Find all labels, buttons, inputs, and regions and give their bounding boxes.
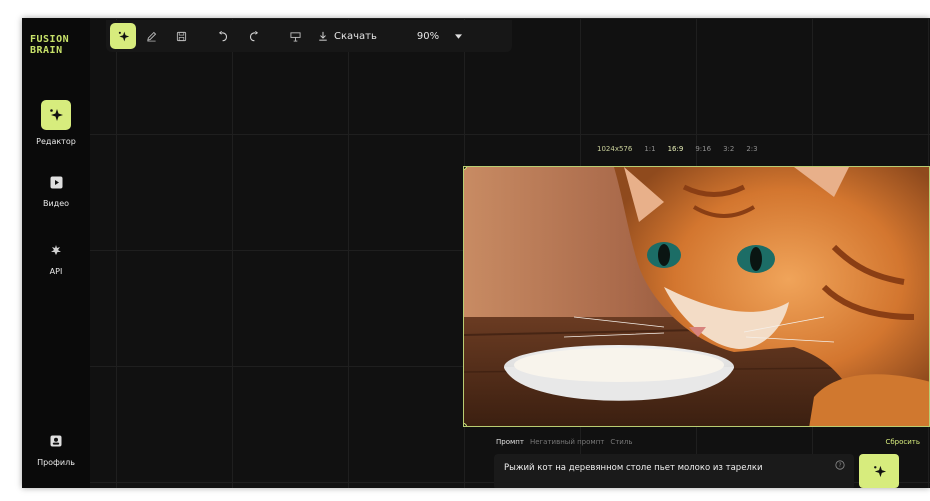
sidebar-item-label: API	[49, 267, 63, 276]
tab-style[interactable]: Стиль	[610, 438, 632, 446]
redo-icon	[249, 30, 258, 41]
aspect-option-1-1[interactable]: 1:1	[643, 144, 656, 154]
download-icon	[319, 31, 327, 41]
sidebar-item-video[interactable]: Видео	[22, 172, 90, 208]
reset-button[interactable]: Сбросить	[885, 438, 920, 446]
logo-line-1: FUSION	[30, 34, 70, 45]
resize-icon	[289, 31, 301, 42]
download-label: Скачать	[334, 30, 377, 42]
editor-toolbar: Скачать 90%	[106, 20, 512, 52]
svg-text:?: ?	[838, 463, 841, 469]
sidebar-item-label: Редактор	[36, 137, 76, 146]
aspect-option-3-2[interactable]: 3:2	[722, 144, 735, 154]
tab-prompt[interactable]: Промпт	[496, 438, 524, 446]
prompt-tabs: Промпт Негативный промпт Стиль	[496, 438, 916, 446]
sidebar-item-editor[interactable]: Редактор	[22, 100, 90, 146]
save-icon	[176, 31, 186, 41]
generated-image-frame[interactable]	[463, 166, 930, 427]
edit-tool-button[interactable]	[136, 23, 166, 49]
download-button[interactable]: Скачать	[318, 31, 377, 42]
redo-button[interactable]	[238, 23, 268, 49]
pencil-icon	[146, 31, 156, 41]
generate-button[interactable]	[859, 454, 899, 488]
api-icon	[46, 240, 66, 260]
profile-icon	[46, 431, 66, 451]
aspect-option-9-16[interactable]: 9:16	[694, 144, 712, 154]
help-icon[interactable]: ?	[835, 460, 845, 470]
generate-tool-button[interactable]	[110, 23, 136, 49]
generated-cat-image	[464, 167, 929, 426]
zoom-select[interactable]: 90%	[416, 30, 463, 42]
resolution-label: 1024x576	[597, 145, 633, 153]
save-tool-button[interactable]	[166, 23, 196, 49]
video-icon	[46, 172, 66, 192]
prompt-text: Рыжий кот на деревянном столе пьет молок…	[504, 463, 763, 473]
caret-down-icon	[455, 33, 463, 39]
undo-icon	[218, 30, 227, 41]
sidebar-item-profile[interactable]: Профиль	[22, 431, 90, 467]
zoom-value: 90%	[416, 30, 440, 42]
resize-tool-button[interactable]	[280, 23, 310, 49]
fusion-brain-logo[interactable]: FUSION BRAIN	[30, 34, 86, 56]
sidebar-item-label: Профиль	[37, 458, 75, 467]
prompt-input[interactable]: Рыжий кот на деревянном столе пьет молок…	[494, 454, 854, 488]
tab-negative-prompt[interactable]: Негативный промпт	[530, 438, 604, 446]
sparkle-icon	[41, 100, 71, 130]
sidebar: FUSION BRAIN Редактор Видео API Профиль	[22, 18, 90, 488]
sparkle-icon	[873, 465, 886, 477]
sparkle-icon	[118, 31, 129, 41]
aspect-ratio-bar: 1024x576 1:1 16:9 9:16 3:2 2:3	[596, 144, 759, 154]
logo-line-2: BRAIN	[30, 45, 63, 56]
sidebar-item-api[interactable]: API	[22, 240, 90, 276]
app-window: FUSION BRAIN Редактор Видео API Профиль …	[22, 18, 930, 488]
undo-button[interactable]	[208, 23, 238, 49]
aspect-option-2-3[interactable]: 2:3	[745, 144, 758, 154]
aspect-option-16-9[interactable]: 16:9	[667, 144, 685, 154]
sidebar-item-label: Видео	[42, 199, 70, 208]
resize-handle-bottom-left[interactable]	[464, 423, 467, 426]
